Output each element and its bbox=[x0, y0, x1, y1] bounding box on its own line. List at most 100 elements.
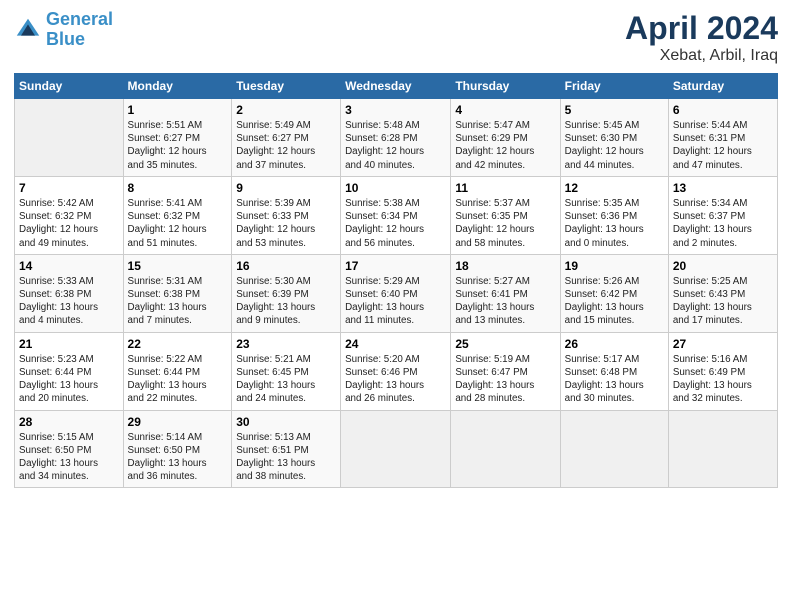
day-cell bbox=[668, 410, 777, 488]
day-cell bbox=[451, 410, 560, 488]
day-number: 4 bbox=[455, 103, 555, 117]
day-cell: 22 Sunrise: 5:22 AMSunset: 6:44 PMDayligh… bbox=[123, 332, 232, 410]
day-number: 16 bbox=[236, 259, 336, 273]
day-cell: 17Sunrise: 5:29 AMSunset: 6:40 PMDayligh… bbox=[341, 254, 451, 332]
day-cell: 26 Sunrise: 5:17 AMSunset: 6:48 PMDayligh… bbox=[560, 332, 668, 410]
calendar-table: SundayMondayTuesdayWednesdayThursdayFrid… bbox=[14, 73, 778, 488]
day-info: Sunrise: 5:23 AMSunset: 6:44 PMDaylight:… bbox=[19, 353, 119, 406]
day-info: Sunrise: 5:47 AMSunset: 6:29 PMDaylight:… bbox=[455, 119, 555, 172]
day-info: Sunrise: 5:13 AMSunset: 6:51 PMDaylight:… bbox=[236, 431, 336, 484]
day-info: Sunrise: 5:22 AMSunset: 6:44 PMDaylight:… bbox=[128, 353, 228, 406]
day-number: 26 bbox=[565, 337, 664, 351]
weekday-header-row: SundayMondayTuesdayWednesdayThursdayFrid… bbox=[15, 74, 778, 99]
day-cell: 6Sunrise: 5:44 AMSunset: 6:31 PMDaylight… bbox=[668, 99, 777, 177]
day-info: Sunrise: 5:16 AMSunset: 6:49 PMDaylight:… bbox=[673, 353, 773, 406]
page-title: April 2024 bbox=[625, 10, 778, 47]
day-number: 8 bbox=[128, 181, 228, 195]
day-cell: 1 Sunrise: 5:51 AMSunset: 6:27 PMDaylight… bbox=[123, 99, 232, 177]
day-info: Sunrise: 5:51 AMSunset: 6:27 PMDaylight:… bbox=[128, 119, 228, 172]
day-cell: 5 Sunrise: 5:45 AMSunset: 6:30 PMDaylight… bbox=[560, 99, 668, 177]
week-row-5: 28 Sunrise: 5:15 AMSunset: 6:50 PMDayligh… bbox=[15, 410, 778, 488]
logo-icon bbox=[14, 16, 42, 44]
header: General Blue April 2024 Xebat, Arbil, Ir… bbox=[14, 10, 778, 65]
weekday-wednesday: Wednesday bbox=[341, 74, 451, 99]
week-row-1: 1 Sunrise: 5:51 AMSunset: 6:27 PMDaylight… bbox=[15, 99, 778, 177]
page: General Blue April 2024 Xebat, Arbil, Ir… bbox=[0, 0, 792, 612]
day-cell: 24 Sunrise: 5:20 AMSunset: 6:46 PMDayligh… bbox=[341, 332, 451, 410]
day-info: Sunrise: 5:20 AMSunset: 6:46 PMDaylight:… bbox=[345, 353, 446, 406]
day-number: 3 bbox=[345, 103, 446, 117]
day-cell: 3 Sunrise: 5:48 AMSunset: 6:28 PMDaylight… bbox=[341, 99, 451, 177]
weekday-tuesday: Tuesday bbox=[232, 74, 341, 99]
day-cell: 4 Sunrise: 5:47 AMSunset: 6:29 PMDaylight… bbox=[451, 99, 560, 177]
day-cell: 29Sunrise: 5:14 AMSunset: 6:50 PMDayligh… bbox=[123, 410, 232, 488]
day-number: 7 bbox=[19, 181, 119, 195]
day-cell: 19 Sunrise: 5:26 AMSunset: 6:42 PMDayligh… bbox=[560, 254, 668, 332]
day-number: 27 bbox=[673, 337, 773, 351]
day-cell bbox=[560, 410, 668, 488]
day-info: Sunrise: 5:26 AMSunset: 6:42 PMDaylight:… bbox=[565, 275, 664, 328]
calendar-header: SundayMondayTuesdayWednesdayThursdayFrid… bbox=[15, 74, 778, 99]
day-number: 5 bbox=[565, 103, 664, 117]
day-info: Sunrise: 5:34 AMSunset: 6:37 PMDaylight:… bbox=[673, 197, 773, 250]
day-info: Sunrise: 5:14 AMSunset: 6:50 PMDaylight:… bbox=[128, 431, 228, 484]
weekday-saturday: Saturday bbox=[668, 74, 777, 99]
weekday-thursday: Thursday bbox=[451, 74, 560, 99]
day-info: Sunrise: 5:49 AMSunset: 6:27 PMDaylight:… bbox=[236, 119, 336, 172]
day-info: Sunrise: 5:31 AMSunset: 6:38 PMDaylight:… bbox=[128, 275, 228, 328]
day-cell: 10Sunrise: 5:38 AMSunset: 6:34 PMDayligh… bbox=[341, 176, 451, 254]
day-info: Sunrise: 5:37 AMSunset: 6:35 PMDaylight:… bbox=[455, 197, 555, 250]
day-info: Sunrise: 5:15 AMSunset: 6:50 PMDaylight:… bbox=[19, 431, 119, 484]
day-cell: 27 Sunrise: 5:16 AMSunset: 6:49 PMDayligh… bbox=[668, 332, 777, 410]
day-cell: 21 Sunrise: 5:23 AMSunset: 6:44 PMDayligh… bbox=[15, 332, 124, 410]
logo: General Blue bbox=[14, 10, 113, 50]
day-info: Sunrise: 5:27 AMSunset: 6:41 PMDaylight:… bbox=[455, 275, 555, 328]
weekday-monday: Monday bbox=[123, 74, 232, 99]
day-number: 22 bbox=[128, 337, 228, 351]
weekday-sunday: Sunday bbox=[15, 74, 124, 99]
day-info: Sunrise: 5:35 AMSunset: 6:36 PMDaylight:… bbox=[565, 197, 664, 250]
day-cell: 9 Sunrise: 5:39 AMSunset: 6:33 PMDaylight… bbox=[232, 176, 341, 254]
day-info: Sunrise: 5:42 AMSunset: 6:32 PMDaylight:… bbox=[19, 197, 119, 250]
day-cell: 28 Sunrise: 5:15 AMSunset: 6:50 PMDayligh… bbox=[15, 410, 124, 488]
day-number: 23 bbox=[236, 337, 336, 351]
day-info: Sunrise: 5:45 AMSunset: 6:30 PMDaylight:… bbox=[565, 119, 664, 172]
day-number: 11 bbox=[455, 181, 555, 195]
day-info: Sunrise: 5:19 AMSunset: 6:47 PMDaylight:… bbox=[455, 353, 555, 406]
day-number: 17 bbox=[345, 259, 446, 273]
page-subtitle: Xebat, Arbil, Iraq bbox=[625, 47, 778, 65]
logo-text: General Blue bbox=[46, 10, 113, 50]
day-number: 14 bbox=[19, 259, 119, 273]
day-number: 19 bbox=[565, 259, 664, 273]
day-cell: 18Sunrise: 5:27 AMSunset: 6:41 PMDayligh… bbox=[451, 254, 560, 332]
day-number: 10 bbox=[345, 181, 446, 195]
day-info: Sunrise: 5:48 AMSunset: 6:28 PMDaylight:… bbox=[345, 119, 446, 172]
day-cell: 30Sunrise: 5:13 AMSunset: 6:51 PMDayligh… bbox=[232, 410, 341, 488]
day-cell bbox=[341, 410, 451, 488]
day-number: 21 bbox=[19, 337, 119, 351]
day-cell: 8 Sunrise: 5:41 AMSunset: 6:32 PMDaylight… bbox=[123, 176, 232, 254]
day-cell: 14Sunrise: 5:33 AMSunset: 6:38 PMDayligh… bbox=[15, 254, 124, 332]
day-number: 1 bbox=[128, 103, 228, 117]
day-info: Sunrise: 5:41 AMSunset: 6:32 PMDaylight:… bbox=[128, 197, 228, 250]
day-info: Sunrise: 5:21 AMSunset: 6:45 PMDaylight:… bbox=[236, 353, 336, 406]
day-cell: 20Sunrise: 5:25 AMSunset: 6:43 PMDayligh… bbox=[668, 254, 777, 332]
day-number: 25 bbox=[455, 337, 555, 351]
weekday-friday: Friday bbox=[560, 74, 668, 99]
day-number: 13 bbox=[673, 181, 773, 195]
day-number: 12 bbox=[565, 181, 664, 195]
day-number: 24 bbox=[345, 337, 446, 351]
week-row-4: 21 Sunrise: 5:23 AMSunset: 6:44 PMDayligh… bbox=[15, 332, 778, 410]
title-block: April 2024 Xebat, Arbil, Iraq bbox=[625, 10, 778, 65]
day-info: Sunrise: 5:44 AMSunset: 6:31 PMDaylight:… bbox=[673, 119, 773, 172]
day-cell: 23 Sunrise: 5:21 AMSunset: 6:45 PMDayligh… bbox=[232, 332, 341, 410]
logo-blue: Blue bbox=[46, 29, 85, 49]
day-number: 28 bbox=[19, 415, 119, 429]
day-info: Sunrise: 5:39 AMSunset: 6:33 PMDaylight:… bbox=[236, 197, 336, 250]
day-info: Sunrise: 5:17 AMSunset: 6:48 PMDaylight:… bbox=[565, 353, 664, 406]
day-cell: 2Sunrise: 5:49 AMSunset: 6:27 PMDaylight… bbox=[232, 99, 341, 177]
day-cell: 7 Sunrise: 5:42 AMSunset: 6:32 PMDaylight… bbox=[15, 176, 124, 254]
day-number: 9 bbox=[236, 181, 336, 195]
logo-general: General bbox=[46, 9, 113, 29]
week-row-2: 7 Sunrise: 5:42 AMSunset: 6:32 PMDaylight… bbox=[15, 176, 778, 254]
